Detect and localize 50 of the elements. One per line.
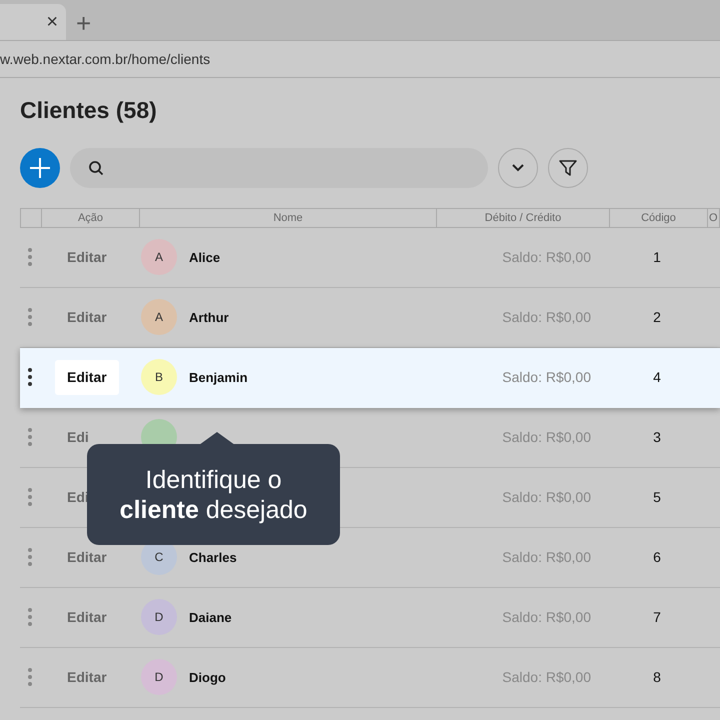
tooltip: Identifique o cliente desejado: [87, 444, 340, 545]
filter-icon: [558, 158, 578, 178]
column-header: Ação: [78, 212, 104, 224]
add-button[interactable]: [20, 148, 60, 188]
client-name: Benjamin: [189, 368, 248, 387]
balance-text: Saldo: R$0,00: [502, 608, 591, 625]
edit-button[interactable]: Editar: [55, 360, 119, 395]
balance-text: Saldo: R$0,00: [502, 248, 591, 265]
balance-text: Saldo: R$0,00: [502, 308, 591, 325]
column-header: Débito / Crédito: [484, 212, 562, 224]
column-header: Código: [641, 212, 676, 224]
client-name: Diogo: [189, 668, 226, 687]
client-code: 2: [653, 308, 661, 325]
client-name: Daiane: [189, 608, 232, 627]
avatar: A: [141, 299, 177, 336]
column-header: O: [709, 212, 718, 224]
client-code: 8: [653, 668, 661, 685]
balance-text: Saldo: R$0,00: [502, 428, 591, 445]
address-bar-url[interactable]: w.web.nextar.com.br/home/clients: [0, 48, 210, 70]
column-header: Nome: [273, 212, 303, 224]
avatar: A: [141, 239, 177, 276]
tab-close-button[interactable]: ×: [46, 7, 58, 37]
edit-button[interactable]: Editar: [55, 660, 119, 695]
filter-button[interactable]: [548, 148, 588, 188]
avatar: D: [141, 659, 177, 696]
search-icon: [88, 160, 104, 176]
client-code: 7: [653, 608, 661, 625]
client-name: Arthur: [189, 308, 229, 327]
client-code: 1: [653, 248, 661, 265]
balance-text: Saldo: R$0,00: [502, 668, 591, 685]
dropdown-button[interactable]: [498, 148, 538, 188]
avatar: B: [141, 359, 177, 396]
client-name: Alice: [189, 248, 220, 267]
balance-text: Saldo: R$0,00: [502, 488, 591, 505]
client-code: 4: [653, 368, 661, 385]
edit-button[interactable]: Editar: [55, 300, 119, 335]
new-tab-button[interactable]: +: [76, 10, 92, 36]
balance-text: Saldo: R$0,00: [502, 548, 591, 565]
avatar: D: [141, 599, 177, 636]
edit-button[interactable]: Editar: [55, 600, 119, 635]
page-title: Clientes (58): [20, 96, 158, 125]
balance-text: Saldo: R$0,00: [502, 368, 591, 385]
edit-button[interactable]: Editar: [55, 240, 119, 275]
client-code: 3: [653, 428, 661, 445]
plus-icon: [29, 156, 51, 179]
client-name: Charles: [189, 548, 237, 567]
client-code: 5: [653, 488, 661, 505]
search-field[interactable]: [70, 148, 488, 188]
chevron-down-icon: [511, 164, 525, 172]
client-code: 6: [653, 548, 661, 565]
